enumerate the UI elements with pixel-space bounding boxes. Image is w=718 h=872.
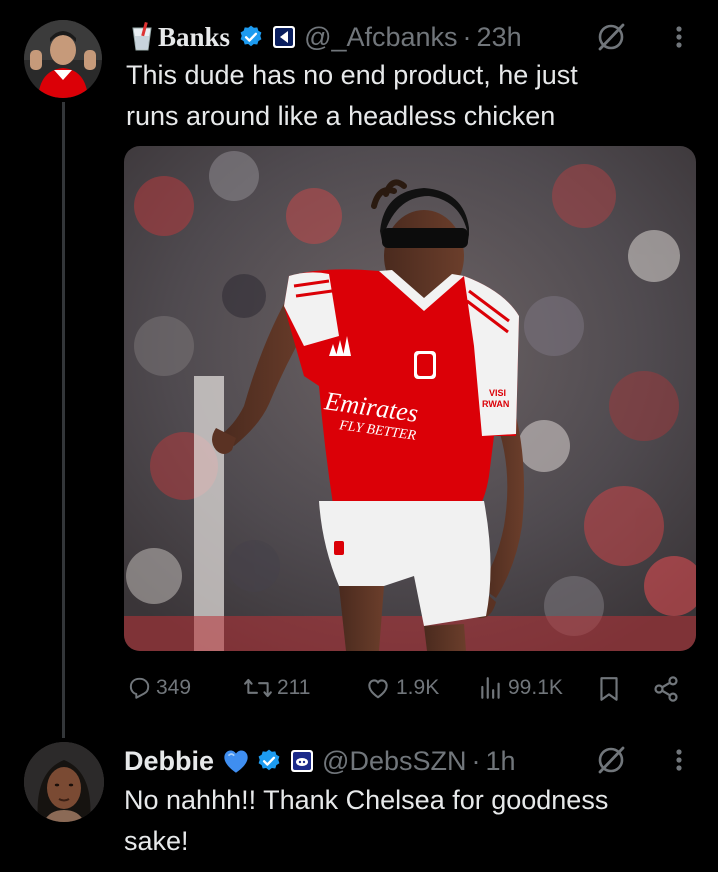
more-options-icon[interactable] [674, 745, 684, 780]
views-chart-icon [478, 675, 508, 701]
sleeve-sponsor-top: VISI [489, 388, 506, 398]
tweet-text: This dude has no end product, he just ru… [126, 55, 578, 137]
reply-header: Debbie @DebsSZN · 1h [124, 742, 516, 780]
tweet-time[interactable]: 23h [477, 22, 522, 53]
bookmark-icon[interactable] [596, 675, 622, 708]
avatar[interactable] [24, 20, 102, 98]
blue-heart-icon [222, 748, 250, 774]
author-name[interactable]: Banks [158, 22, 230, 53]
repost-count: 211 [277, 676, 311, 699]
reply-count: 349 [156, 676, 192, 699]
affiliate-badge-icon[interactable] [290, 749, 314, 773]
tweet-header: Banks @_Afcbanks · 23h [130, 18, 522, 56]
verified-badge-icon[interactable] [256, 748, 282, 774]
verified-badge-icon[interactable] [238, 24, 264, 50]
views-count: 99.1K [508, 676, 563, 699]
affiliate-badge-icon[interactable] [272, 25, 296, 49]
reply-icon [126, 675, 156, 701]
repost-button[interactable]: 211 [243, 675, 310, 701]
tweet-text-line: runs around like a headless chicken [126, 101, 556, 131]
author-handle[interactable]: @DebsSZN [322, 746, 466, 777]
cup-emoji-icon [130, 22, 154, 52]
heart-icon [364, 675, 396, 701]
reply-button[interactable]: 349 [126, 675, 191, 701]
separator-dot: · [471, 745, 481, 776]
thread-connector-line [62, 102, 65, 738]
grok-icon[interactable] [596, 745, 626, 780]
tweet-text-line: This dude has no end product, he just [126, 60, 578, 90]
author-name[interactable]: Debbie [124, 746, 214, 777]
more-options-icon[interactable] [674, 22, 684, 57]
reply-text-line: No nahhh!! Thank Chelsea for goodness [124, 785, 609, 815]
author-handle[interactable]: @_Afcbanks [304, 22, 457, 53]
reply-time[interactable]: 1h [485, 746, 515, 777]
reply-text: No nahhh!! Thank Chelsea for goodness sa… [124, 780, 608, 862]
grok-icon[interactable] [596, 22, 626, 57]
share-icon[interactable] [652, 675, 680, 708]
reply-text-line: sake! [124, 826, 189, 856]
views-button[interactable]: 99.1K [478, 675, 563, 701]
like-count: 1.9K [396, 676, 440, 699]
repost-icon [243, 675, 277, 701]
like-button[interactable]: 1.9K [364, 675, 439, 701]
separator-dot: · [462, 21, 472, 52]
tweet-photo[interactable]: Emirates FLY BETTER VISI RWAN [124, 146, 696, 651]
avatar[interactable] [24, 742, 104, 822]
sleeve-sponsor-bottom: RWAN [482, 399, 509, 409]
